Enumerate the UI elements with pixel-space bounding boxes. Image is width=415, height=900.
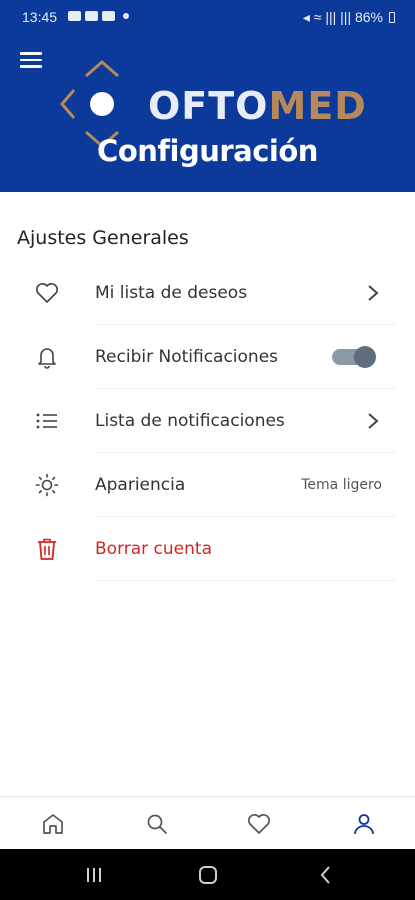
notification-app-icon	[102, 11, 115, 21]
settings-row-appearance[interactable]: Apariencia Tema ligero	[0, 453, 415, 517]
status-signal-text: ◂ ≈ ||| ||| 86%	[302, 9, 383, 25]
logo-text: OFTOMED	[148, 84, 367, 128]
user-icon	[354, 814, 374, 835]
status-bar: 13:45 ◂ ≈ ||| ||| 86%	[0, 0, 415, 34]
toggle-knob	[354, 346, 376, 368]
sun-icon	[34, 472, 60, 498]
home-system-icon	[199, 866, 217, 884]
nav-search-button[interactable]	[144, 811, 170, 837]
trash-icon	[34, 536, 60, 562]
hamburger-menu-button[interactable]	[20, 52, 42, 70]
battery-icon	[389, 12, 395, 23]
app-header: 13:45 ◂ ≈ ||| ||| 86% OFTOMED Configurac…	[0, 0, 415, 192]
settings-row-label: Borrar cuenta	[95, 539, 212, 559]
heart-icon	[247, 813, 271, 834]
appearance-value: Tema ligero	[301, 477, 382, 493]
settings-row-label: Recibir Notificaciones	[95, 347, 279, 367]
home-icon	[43, 814, 63, 834]
settings-row-label: Mi lista de deseos	[95, 283, 248, 303]
recent-apps-button[interactable]	[82, 863, 106, 887]
settings-row-label: Apariencia	[95, 475, 186, 495]
heart-icon	[34, 280, 60, 306]
bell-icon	[34, 344, 60, 370]
settings-row-delete-account[interactable]: Borrar cuenta	[0, 517, 415, 581]
bottom-navigation	[0, 796, 415, 849]
settings-row-label: Lista de notificaciones	[95, 411, 285, 431]
list-icon	[34, 408, 60, 434]
settings-row-receive-notifications: Recibir Notificaciones	[0, 325, 415, 389]
nav-home-button[interactable]	[40, 811, 66, 837]
logo-text-part-2: MED	[268, 84, 367, 128]
notifications-toggle[interactable]	[332, 346, 376, 368]
search-icon	[147, 814, 167, 834]
nav-profile-button[interactable]	[351, 811, 377, 837]
back-button[interactable]	[314, 863, 338, 887]
back-icon	[320, 866, 330, 884]
notification-app-icon	[85, 11, 98, 21]
logo-text-part-1: OFTO	[148, 84, 269, 128]
status-indicators: ◂ ≈ ||| ||| 86%	[303, 9, 395, 26]
divider	[95, 580, 395, 581]
page-title: Configuración	[97, 134, 318, 168]
notification-dot-icon	[123, 13, 129, 19]
nav-favorites-button[interactable]	[246, 811, 272, 837]
status-time: 13:45	[22, 9, 58, 25]
menu-line	[20, 65, 42, 68]
home-system-button[interactable]	[196, 863, 220, 887]
status-notification-icons	[68, 11, 129, 21]
notification-app-icon	[68, 11, 81, 21]
section-title: Ajustes Generales	[17, 227, 189, 249]
recent-apps-icon	[87, 868, 101, 882]
settings-row-notification-list[interactable]: Lista de notificaciones	[0, 389, 415, 453]
menu-line	[20, 52, 42, 55]
system-navigation-bar	[0, 849, 415, 900]
menu-line	[20, 58, 42, 61]
chevron-right-icon	[368, 285, 379, 301]
settings-row-wishlist[interactable]: Mi lista de deseos	[0, 261, 415, 325]
chevron-right-icon	[368, 413, 379, 429]
